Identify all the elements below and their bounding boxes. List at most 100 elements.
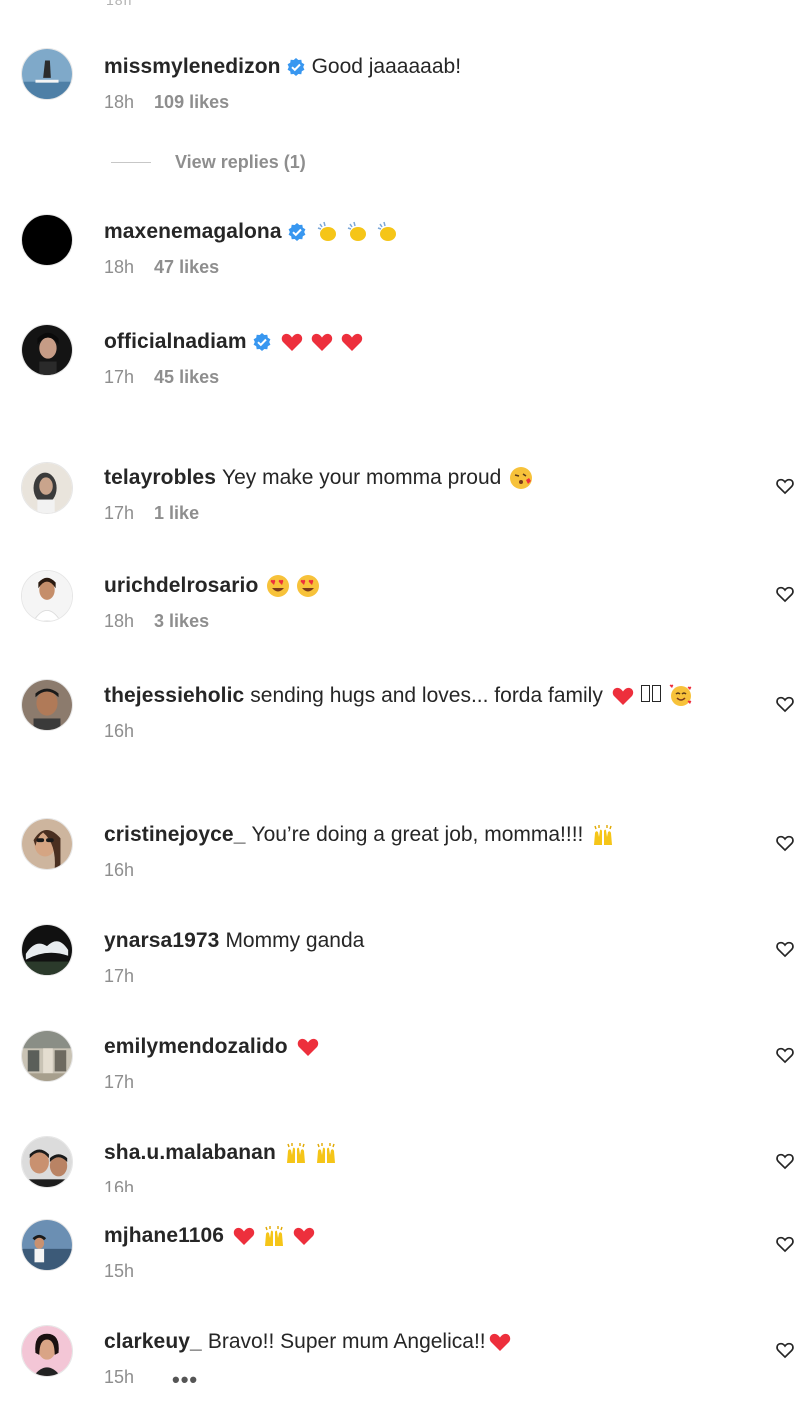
like-heart-icon[interactable] — [775, 1234, 795, 1254]
likes-count[interactable]: 3 likes — [154, 611, 209, 632]
more-options-button[interactable]: ••• — [172, 1367, 198, 1393]
comment-item: clarkeuy_ Bravo!! Super mum Angelica!! 1… — [0, 1325, 800, 1407]
divider — [111, 162, 151, 163]
comment-meta: 17h — [104, 966, 134, 987]
avatar[interactable] — [21, 924, 73, 976]
red-heart-emoji-icon — [488, 1330, 512, 1354]
username-link[interactable]: clarkeuy_ — [104, 1330, 202, 1354]
avatar[interactable] — [21, 462, 73, 514]
emoji-group — [591, 823, 615, 847]
avatar[interactable] — [21, 679, 73, 731]
comment-text: You’re doing a great job, momma!!!! — [251, 823, 584, 846]
comment-line: cristinejoyce_ You’re doing a great job,… — [104, 820, 615, 850]
comment-meta: 16h — [104, 860, 134, 881]
like-heart-icon[interactable] — [775, 1151, 795, 1171]
view-replies-label: View replies (1) — [175, 152, 306, 172]
like-heart-icon[interactable] — [775, 939, 795, 959]
username-link[interactable]: urichdelrosario — [104, 574, 258, 598]
comment-line: urichdelrosario — [104, 571, 320, 601]
likes-count[interactable]: 109 likes — [154, 92, 229, 113]
comment-meta: 16h — [104, 721, 134, 742]
avatar[interactable] — [21, 1325, 73, 1377]
like-heart-icon[interactable] — [775, 694, 795, 714]
comment-item: cristinejoyce_ You’re doing a great job,… — [0, 818, 800, 900]
comment-meta: 18h 47 likes — [104, 257, 219, 278]
comment-meta: 15h — [104, 1261, 134, 1282]
raised-hands-emoji-icon — [262, 1224, 286, 1248]
like-heart-icon[interactable] — [775, 476, 795, 496]
comment-time: 15h — [104, 1367, 135, 1387]
comment-text: Mommy ganda — [225, 929, 365, 952]
red-heart-emoji-icon — [310, 330, 334, 354]
emoji-group — [315, 220, 399, 244]
comment-item: maxenemagalona 18h 47 likes — [0, 214, 800, 297]
avatar[interactable] — [21, 818, 73, 870]
comment-time: 17h — [104, 367, 135, 387]
emoji-group — [488, 1330, 512, 1354]
comment-line: sha.u.malabanan — [104, 1138, 338, 1168]
avatar[interactable] — [21, 1219, 73, 1271]
comment-time: 16h — [104, 1178, 135, 1192]
raised-hands-emoji-icon — [314, 1141, 338, 1165]
avatar[interactable] — [21, 570, 73, 622]
likes-count[interactable]: 45 likes — [154, 367, 219, 388]
verified-badge-icon — [286, 57, 306, 77]
raised-hands-emoji-icon — [284, 1141, 308, 1165]
like-heart-icon[interactable] — [775, 584, 795, 604]
avatar[interactable] — [21, 324, 73, 376]
username-link[interactable]: mjhane1106 — [104, 1224, 224, 1248]
comment-item: thejessieholic sending hugs and loves...… — [0, 679, 800, 761]
comment-text: Bravo!! Super mum Angelica!! — [207, 1330, 486, 1353]
comment-text: Good jaaaaaab! — [311, 55, 462, 78]
comment-meta: 16h — [104, 1178, 134, 1192]
verified-badge-icon — [287, 222, 307, 242]
username-link[interactable]: missmylenedizon — [104, 55, 281, 79]
verified-badge-icon — [252, 332, 272, 352]
missing-glyph-icon — [640, 684, 663, 708]
heart-eyes-emoji-icon — [266, 574, 290, 598]
kiss-face-emoji-icon — [509, 466, 533, 490]
username-link[interactable]: emilymendozalido — [104, 1035, 288, 1059]
comment-item: telayrobles Yey make your momma proud 17… — [0, 462, 800, 543]
emoji-group — [266, 574, 320, 598]
red-heart-emoji-icon — [296, 1035, 320, 1059]
avatar[interactable] — [21, 1136, 73, 1188]
avatar[interactable] — [21, 214, 73, 266]
comment-time: 17h — [104, 503, 135, 523]
comment-line: mjhane1106 — [104, 1221, 316, 1251]
like-heart-icon[interactable] — [775, 1340, 795, 1360]
like-heart-icon[interactable] — [775, 1045, 795, 1065]
comment-time: 16h — [104, 860, 135, 880]
username-link[interactable]: maxenemagalona — [104, 220, 282, 244]
emoji-group — [284, 1141, 338, 1165]
emoji-group — [509, 466, 533, 490]
raised-hands-emoji-icon — [591, 823, 615, 847]
comment-item: ynarsa1973 Mommy ganda 17h — [0, 924, 800, 1006]
avatar[interactable] — [21, 1030, 73, 1082]
comment-line: emilymendozalido — [104, 1032, 320, 1062]
username-link[interactable]: ynarsa1973 — [104, 929, 219, 953]
comment-time: 17h — [104, 966, 135, 986]
clap-emoji-icon — [345, 220, 369, 244]
like-heart-icon[interactable] — [775, 833, 795, 853]
emoji-group — [296, 1035, 320, 1059]
username-link[interactable]: telayrobles — [104, 466, 216, 490]
comment-item: mjhane1106 15h — [0, 1219, 800, 1301]
red-heart-emoji-icon — [232, 1224, 256, 1248]
comment-meta: 18h 3 likes — [104, 611, 209, 632]
username-link[interactable]: cristinejoyce_ — [104, 823, 245, 847]
username-link[interactable]: officialnadiam — [104, 330, 247, 354]
likes-count[interactable]: 47 likes — [154, 257, 219, 278]
comment-time: 16h — [104, 721, 135, 741]
comment-time: 18h — [104, 257, 135, 277]
comment-time: 17h — [104, 1072, 135, 1092]
likes-count[interactable]: 1 like — [154, 503, 199, 524]
username-link[interactable]: thejessieholic — [104, 684, 244, 708]
comment-line: officialnadiam — [104, 327, 364, 357]
comment-line: missmylenedizon Good jaaaaaab! — [104, 52, 461, 82]
comment-meta: 17h 1 like — [104, 503, 199, 524]
avatar[interactable] — [21, 48, 73, 100]
comment-text: sending hugs and loves... forda family — [250, 684, 603, 707]
view-replies-button[interactable]: View replies (1) — [111, 152, 306, 173]
username-link[interactable]: sha.u.malabanan — [104, 1141, 276, 1165]
